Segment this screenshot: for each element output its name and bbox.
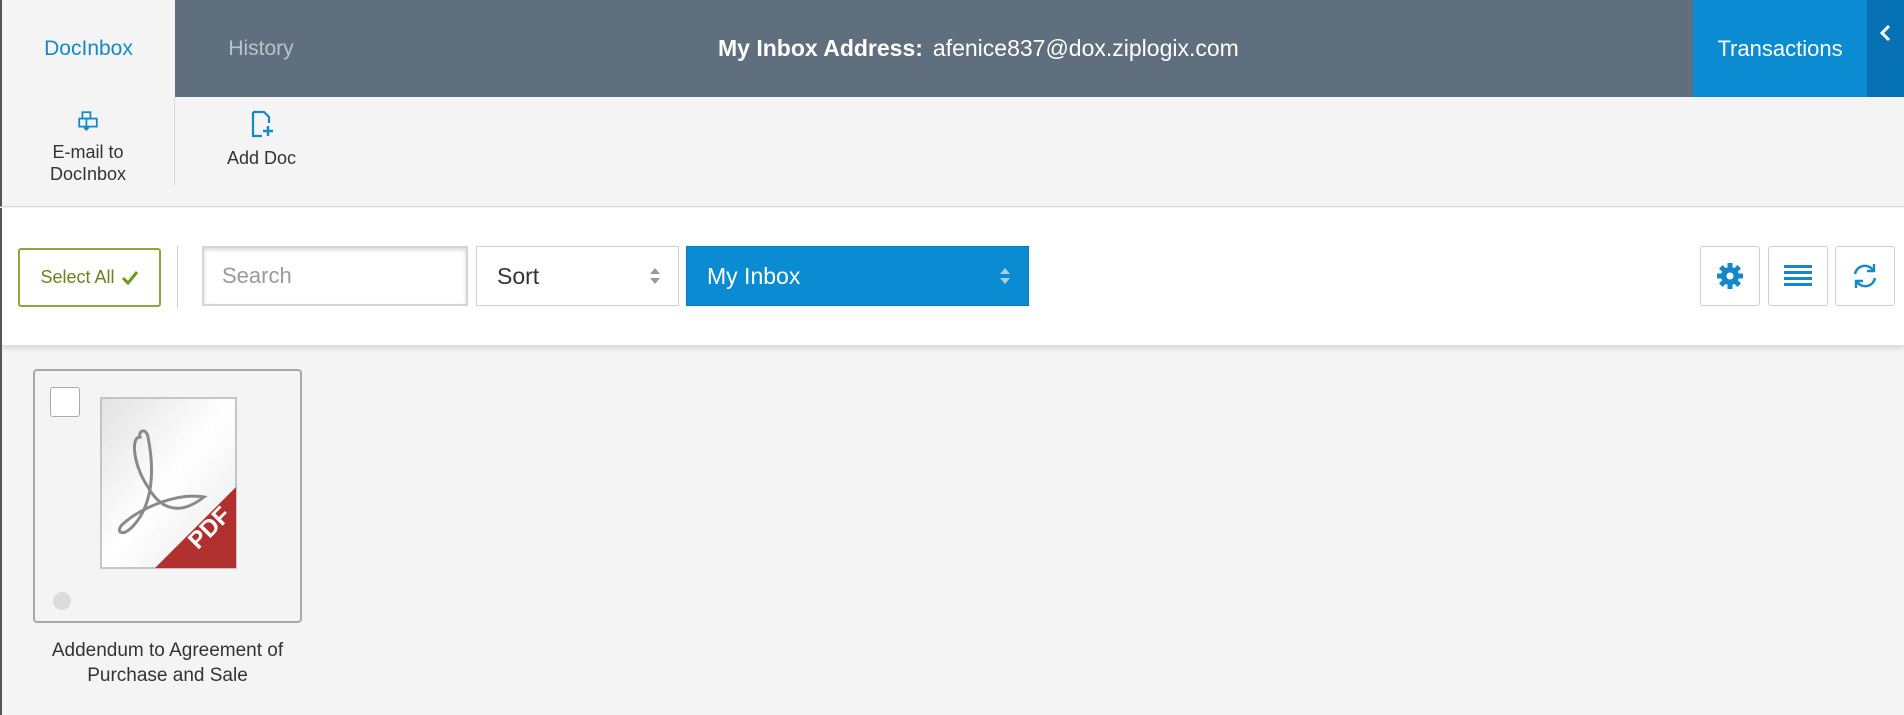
inbox-address-value: afenice837@dox.ziplogix.com [932,35,1239,61]
toolbar: Select All Sort My Inbox [0,208,1904,345]
toolbar-divider [177,246,178,308]
refresh-button[interactable] [1835,246,1895,306]
inbox-filter-select[interactable]: My Inbox [686,246,1029,306]
action-bar: E-mail to DocInbox Add Doc [0,97,1904,207]
search-input[interactable] [202,246,468,306]
list-view-button[interactable] [1768,246,1828,306]
email-to-inbox-icon [78,111,98,132]
refresh-icon [1853,264,1877,288]
sort-select[interactable]: Sort [476,246,679,306]
select-all-label: Select All [40,267,115,287]
checkmark-icon [121,270,138,285]
select-all-button[interactable]: Select All [18,248,161,307]
inbox-address: My Inbox Address: afenice837@dox.ziplogi… [718,0,1239,97]
document-card[interactable]: PDF [33,369,302,623]
transactions-button[interactable]: Transactions [1693,0,1867,97]
left-edge-border [0,345,2,715]
document-checkbox[interactable] [50,387,80,417]
inbox-filter-value: My Inbox [707,262,801,289]
select-arrows-icon [1000,268,1010,284]
list-view-icon [1784,265,1812,286]
sort-select-value: Sort [497,262,540,289]
add-document-icon [251,110,273,138]
top-bar: DocInbox History My Inbox Address: afeni… [0,0,1904,97]
collapse-panel-button[interactable] [1867,0,1904,97]
add-doc-label: Add Doc [226,148,297,168]
settings-button[interactable] [1700,246,1760,306]
email-to-docinbox-button[interactable]: E-mail to DocInbox [2,97,175,185]
tab-history[interactable]: History [175,0,347,97]
tab-docinbox[interactable]: DocInbox [0,0,175,97]
inbox-address-label: My Inbox Address: [718,35,923,61]
gear-icon [1717,263,1743,289]
pdf-file-icon: PDF [100,397,237,569]
email-to-docinbox-label: E-mail to DocInbox [49,142,127,184]
status-dot [53,592,71,610]
chevron-left-icon [1879,24,1890,42]
add-doc-button[interactable]: Add Doc [175,97,348,207]
document-title[interactable]: Addendum to Agreement of Purchase and Sa… [33,638,302,688]
select-arrows-icon [650,268,660,284]
